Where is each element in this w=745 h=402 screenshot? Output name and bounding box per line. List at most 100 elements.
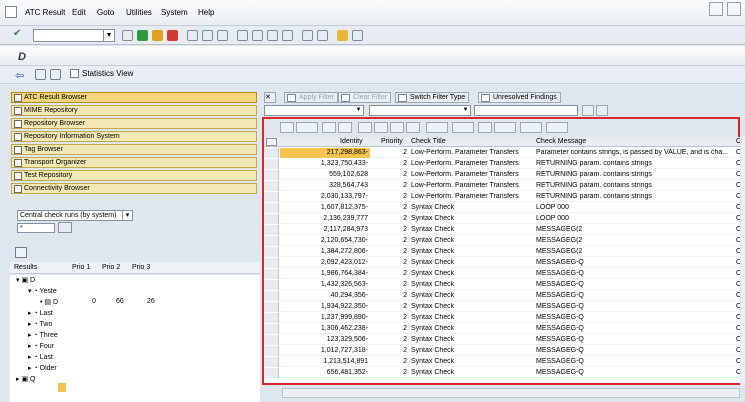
- export-icon[interactable]: [426, 122, 448, 133]
- refresh-icon[interactable]: [15, 247, 27, 258]
- table-row[interactable]: 2,117,284,973 2 Syntax Check MESSAGEG(2 O: [264, 225, 740, 235]
- command-field[interactable]: ▼: [33, 29, 115, 42]
- table-row[interactable]: 1,432,326,563- 2 Syntax Check MESSAGEG-Q O: [264, 280, 740, 290]
- previous-page-icon[interactable]: [252, 30, 263, 41]
- new-session-icon[interactable]: [302, 30, 313, 41]
- row-selector[interactable]: [264, 214, 279, 224]
- cancel-icon[interactable]: [167, 30, 178, 41]
- menu-system[interactable]: System: [161, 8, 188, 17]
- details-icon[interactable]: [280, 122, 294, 133]
- maximize-icon[interactable]: [727, 2, 741, 16]
- tree-node-three-weeks[interactable]: ▸ ◔ Three: [28, 331, 58, 339]
- table-row[interactable]: 123,329,506- 2 Syntax Check MESSAGEG-Q O: [264, 335, 740, 345]
- layout-menu-icon[interactable]: [352, 30, 363, 41]
- row-selector[interactable]: [264, 280, 279, 290]
- choose-layout-icon[interactable]: [494, 122, 516, 133]
- nav-atc-result-browser[interactable]: ATC Result Browser: [11, 92, 257, 103]
- sort-ascending-icon[interactable]: [296, 122, 318, 133]
- subtotal-icon[interactable]: [390, 122, 404, 133]
- arrow-left-icon[interactable]: ⇦: [15, 69, 24, 82]
- row-selector[interactable]: [264, 291, 279, 301]
- col-priority[interactable]: Priority: [381, 138, 403, 145]
- minimize-icon[interactable]: [709, 2, 723, 16]
- views-icon[interactable]: [452, 122, 474, 133]
- find-next-icon[interactable]: [217, 30, 228, 41]
- table-row[interactable]: 2,092,423,012- 2 Syntax Check MESSAGEG-Q O: [264, 258, 740, 268]
- table-row[interactable]: 1,237,999,890- 2 Syntax Check MESSAGEG-Q O: [264, 313, 740, 323]
- table-row[interactable]: 2,030,133,797- 2 Low-Perform. Parameter Tr…: [264, 192, 740, 202]
- table-row[interactable]: 656,481,352- 2 Syntax Check MESSAGEG-Q O: [264, 368, 740, 378]
- print-preview-icon[interactable]: [406, 122, 420, 133]
- statistics-view-button[interactable]: Statistics View: [70, 69, 133, 78]
- row-selector[interactable]: [264, 203, 279, 213]
- shortcut-icon[interactable]: [317, 30, 328, 41]
- find-icon[interactable]: [338, 122, 352, 133]
- table-row[interactable]: 1,384,272,806- 2 Syntax Check MESSAGEG(2 O: [264, 247, 740, 257]
- table-row[interactable]: 1,012,727,318- 2 Syntax Check MESSAGEG-Q O: [264, 346, 740, 356]
- filter-go-icon[interactable]: [582, 105, 594, 116]
- exit-icon[interactable]: [152, 30, 163, 41]
- save-icon[interactable]: [122, 30, 133, 41]
- table-row[interactable]: 217,298,863- 2 Low-Perform. Parameter Tran…: [264, 148, 740, 158]
- nav-repository-information-system[interactable]: Repository Information System: [11, 131, 257, 142]
- table-row[interactable]: 1,323,750,433- 2 Low-Perform. Parameter Tr…: [264, 159, 740, 169]
- row-selector[interactable]: [264, 302, 279, 312]
- next-page-icon[interactable]: [267, 30, 278, 41]
- help-icon[interactable]: [337, 30, 348, 41]
- info-icon[interactable]: [520, 122, 542, 133]
- hierarchy-icon[interactable]: [50, 69, 61, 80]
- nav-test-repository[interactable]: Test Repository: [11, 170, 257, 181]
- row-selector[interactable]: [264, 170, 279, 180]
- tree-node-last-month[interactable]: ▸ ◔ Last: [28, 353, 53, 361]
- tree-node-last-week[interactable]: ▸ ◔ Last: [28, 309, 53, 317]
- table-row[interactable]: 1,306,462,238- 2 Syntax Check MESSAGEG-Q O: [264, 324, 740, 334]
- unresolved-findings-button[interactable]: Unresolved Findings: [478, 92, 561, 103]
- window-icon[interactable]: [5, 6, 17, 18]
- tree-node-two-weeks[interactable]: ▸ ◔ Two: [28, 320, 52, 328]
- col-identity[interactable]: Identity: [340, 138, 363, 145]
- row-selector[interactable]: [264, 258, 279, 268]
- tree-node-selected[interactable]: • ▤ D: [40, 298, 58, 306]
- table-row[interactable]: 559,102,628 2 Low-Perform. Parameter Trans…: [264, 170, 740, 180]
- col-check-message[interactable]: Check Message: [536, 138, 586, 145]
- vertical-scrollbar[interactable]: [741, 137, 745, 383]
- row-selector[interactable]: [264, 335, 279, 345]
- filter-save-icon[interactable]: [596, 105, 608, 116]
- row-selector[interactable]: [264, 346, 279, 356]
- tree-node-q[interactable]: ▸ ▣ Q: [16, 375, 35, 383]
- back-icon[interactable]: [137, 30, 148, 41]
- table-row[interactable]: 1,986,764,384- 2 Syntax Check MESSAGEG-Q O: [264, 269, 740, 279]
- set-filter-icon[interactable]: [358, 122, 372, 133]
- table-row[interactable]: 1,213,514,891 2 Syntax Check MESSAGEG-Q O: [264, 357, 740, 367]
- nav-repository-browser[interactable]: Repository Browser: [11, 118, 257, 129]
- nav-transport-organizer[interactable]: Transport Organizer: [11, 157, 257, 168]
- row-selector[interactable]: [264, 269, 279, 279]
- menu-utilities[interactable]: Utilities: [126, 8, 152, 17]
- filter-select-2[interactable]: ▼: [369, 105, 471, 116]
- nav-mime-repository[interactable]: MIME Repository: [11, 105, 257, 116]
- row-selector[interactable]: [264, 313, 279, 323]
- row-selector[interactable]: [264, 225, 279, 235]
- menu-edit[interactable]: Edit: [72, 8, 86, 17]
- filter-input[interactable]: *: [17, 223, 55, 233]
- select-all-icon[interactable]: [266, 138, 277, 146]
- tree-node-d[interactable]: ▾ ▣ D: [16, 276, 35, 284]
- col-check-title[interactable]: Check Title: [411, 138, 446, 145]
- table-row[interactable]: 1,607,812,375- 2 Syntax Check LOOP 000 O: [264, 203, 740, 213]
- more-actions-icon[interactable]: [546, 122, 568, 133]
- row-selector[interactable]: [264, 148, 279, 158]
- row-selector[interactable]: [264, 368, 279, 378]
- menu-help[interactable]: Help: [198, 8, 214, 17]
- row-selector[interactable]: [264, 357, 279, 367]
- last-page-icon[interactable]: [282, 30, 293, 41]
- filter-input-field[interactable]: [474, 105, 578, 116]
- row-selector[interactable]: [264, 236, 279, 246]
- tree-node-four-weeks[interactable]: ▸ ◔ Four: [28, 342, 54, 350]
- check-runs-select[interactable]: ▾ Central check runs (by system): [17, 210, 133, 221]
- horizontal-scrollbar[interactable]: [282, 388, 740, 398]
- tree-node-yesterday[interactable]: ▾ ◔ Yeste: [28, 287, 57, 295]
- row-selector[interactable]: [264, 247, 279, 257]
- sort-descending-icon[interactable]: [322, 122, 336, 133]
- enter-icon[interactable]: ✔: [13, 28, 24, 39]
- row-selector[interactable]: [264, 181, 279, 191]
